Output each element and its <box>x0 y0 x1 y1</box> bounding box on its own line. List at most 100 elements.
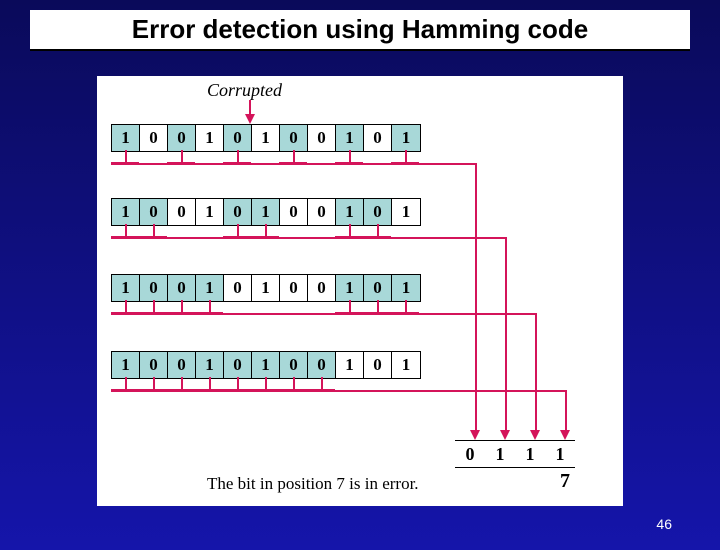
drop-connector <box>307 150 335 168</box>
page-number: 46 <box>656 516 672 532</box>
drop-connector <box>279 377 307 395</box>
drop-connector <box>251 300 279 318</box>
drop-connector <box>279 300 307 318</box>
bit-cell: 0 <box>168 352 196 378</box>
bit-cell: 0 <box>364 352 392 378</box>
bit-cell: 1 <box>252 352 280 378</box>
drop-connector <box>391 150 419 168</box>
result-line-2 <box>111 237 505 239</box>
bit-cell: 0 <box>364 275 392 301</box>
drop-connector <box>139 224 167 242</box>
arrowhead-icon-4 <box>560 430 570 440</box>
drop-connector <box>223 224 251 242</box>
drop-connector <box>363 377 391 395</box>
bit-cell: 1 <box>112 352 140 378</box>
drop-connector <box>195 377 223 395</box>
hamming-diagram: Corrupted 10010100101 10010100101 100101… <box>97 76 623 506</box>
drop-connector <box>223 377 251 395</box>
corrupted-label: Corrupted <box>207 80 282 101</box>
syndrome-row: 0 1 1 1 <box>455 440 575 468</box>
bit-cell: 1 <box>252 125 280 151</box>
drop-connector <box>167 150 195 168</box>
drop-connector <box>307 377 335 395</box>
result-line-4 <box>111 390 565 392</box>
bit-cell: 0 <box>168 199 196 225</box>
title-bar: Error detection using Hamming code <box>30 10 690 51</box>
bit-row-3: 10010100101 <box>111 274 421 302</box>
bit-row-1: 10010100101 <box>111 124 421 152</box>
bit-cell: 1 <box>392 125 420 151</box>
drop-connector <box>223 300 251 318</box>
caption-text: The bit in position 7 is in error. <box>207 474 419 494</box>
bit-cell: 1 <box>196 352 224 378</box>
result-line-1 <box>111 163 475 165</box>
bit-cell: 0 <box>140 125 168 151</box>
bit-cell: 1 <box>336 275 364 301</box>
bit-cell: 0 <box>140 199 168 225</box>
bit-cell: 1 <box>112 275 140 301</box>
drop-connector <box>251 377 279 395</box>
drop-connector <box>335 224 363 242</box>
arrowhead-icon-2 <box>500 430 510 440</box>
error-position-value: 7 <box>560 470 570 493</box>
bit-cell: 0 <box>140 352 168 378</box>
bit-cell: 1 <box>392 352 420 378</box>
drop-connector <box>251 224 279 242</box>
bit-cell: 1 <box>336 199 364 225</box>
bit-cell: 0 <box>140 275 168 301</box>
syndrome-bit: 1 <box>545 441 575 467</box>
drop-connector <box>391 377 419 395</box>
bit-cell: 0 <box>280 125 308 151</box>
drop-connector <box>167 224 195 242</box>
bit-cell: 1 <box>252 199 280 225</box>
bit-cell: 0 <box>308 275 336 301</box>
parity-drops-2 <box>111 224 419 242</box>
drop-connector <box>195 300 223 318</box>
bit-cell: 1 <box>112 125 140 151</box>
parity-drops-4 <box>111 377 419 395</box>
drop-connector <box>167 377 195 395</box>
drop-connector <box>279 150 307 168</box>
bit-cell: 0 <box>224 199 252 225</box>
bit-cell: 1 <box>392 275 420 301</box>
drop-connector <box>139 150 167 168</box>
drop-connector <box>335 377 363 395</box>
drop-connector <box>139 377 167 395</box>
bit-cell: 0 <box>224 275 252 301</box>
bit-cell: 0 <box>280 199 308 225</box>
bit-cell: 0 <box>168 275 196 301</box>
bit-cell: 0 <box>308 352 336 378</box>
arrowhead-icon-1 <box>470 430 480 440</box>
bit-cell: 0 <box>168 125 196 151</box>
drop-connector <box>167 300 195 318</box>
drop-connector <box>391 300 419 318</box>
bit-cell: 1 <box>392 199 420 225</box>
bit-cell: 0 <box>364 199 392 225</box>
parity-drops-3 <box>111 300 419 318</box>
drop-connector <box>251 150 279 168</box>
drop-connector <box>335 300 363 318</box>
bit-cell: 1 <box>196 275 224 301</box>
bit-cell: 0 <box>280 352 308 378</box>
drop-connector <box>223 150 251 168</box>
bit-cell: 0 <box>224 352 252 378</box>
drop-connector <box>391 224 419 242</box>
vline-3 <box>535 313 537 430</box>
drop-connector <box>111 224 139 242</box>
drop-connector <box>335 150 363 168</box>
drop-connector <box>279 224 307 242</box>
drop-connector <box>307 300 335 318</box>
drop-connector <box>363 300 391 318</box>
syndrome-bit: 1 <box>515 441 545 467</box>
bit-cell: 0 <box>308 199 336 225</box>
drop-connector <box>111 150 139 168</box>
drop-connector <box>195 150 223 168</box>
bit-cell: 1 <box>336 352 364 378</box>
result-line-3 <box>111 313 535 315</box>
bit-row-4: 10010100101 <box>111 351 421 379</box>
drop-connector <box>195 224 223 242</box>
syndrome-bit: 1 <box>485 441 515 467</box>
parity-drops-1 <box>111 150 419 168</box>
bit-cell: 1 <box>252 275 280 301</box>
drop-connector <box>139 300 167 318</box>
